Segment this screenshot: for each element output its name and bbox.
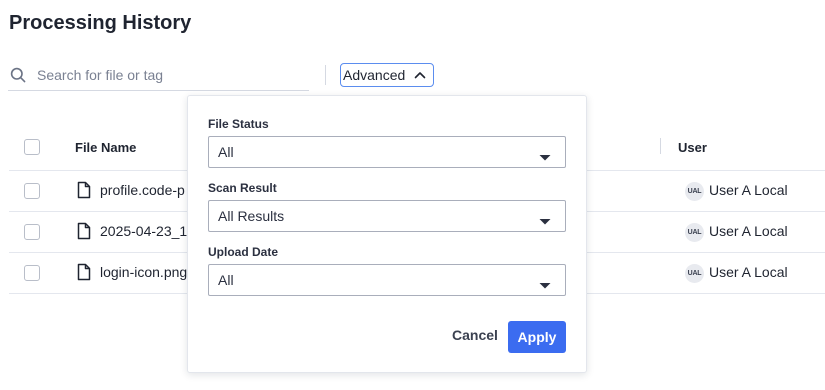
file-status-select[interactable]: All: [208, 136, 566, 168]
user-name: User A Local: [709, 223, 788, 239]
file-icon: [77, 222, 91, 240]
advanced-button[interactable]: Advanced: [340, 63, 434, 87]
upload-date-select[interactable]: All: [208, 264, 566, 296]
file-status-value: All: [218, 144, 234, 160]
file-icon: [77, 181, 91, 199]
search-bar: [8, 60, 309, 91]
file-icon: [77, 263, 91, 281]
row-checkbox[interactable]: [24, 183, 40, 199]
caret-down-icon: [539, 277, 551, 289]
apply-button[interactable]: Apply: [508, 321, 566, 353]
toolbar-divider: [325, 65, 326, 85]
file-status-label: File Status: [208, 117, 269, 131]
chevron-up-icon: [414, 71, 426, 79]
page-title: Processing History: [9, 12, 192, 34]
user-name: User A Local: [709, 182, 788, 198]
column-divider: [660, 138, 661, 154]
caret-down-icon: [539, 213, 551, 225]
row-checkbox[interactable]: [24, 224, 40, 240]
upload-date-label: Upload Date: [208, 245, 279, 259]
row-checkbox[interactable]: [24, 265, 40, 281]
file-name[interactable]: profile.code-p: [100, 182, 185, 198]
column-header-user[interactable]: User: [678, 140, 707, 155]
file-name[interactable]: 2025-04-23_1: [100, 223, 187, 239]
upload-date-value: All: [218, 272, 234, 288]
scan-result-label: Scan Result: [208, 181, 277, 195]
advanced-label: Advanced: [343, 67, 406, 83]
scan-result-select[interactable]: All Results: [208, 200, 566, 232]
avatar: UAL: [685, 182, 704, 201]
caret-down-icon: [539, 149, 551, 161]
column-header-file-name[interactable]: File Name: [75, 140, 136, 155]
avatar: UAL: [685, 223, 704, 242]
select-all-checkbox[interactable]: [24, 139, 40, 155]
cancel-button[interactable]: Cancel: [450, 321, 500, 349]
user-name: User A Local: [709, 264, 788, 280]
advanced-filter-panel: File Status All Scan Result All Results …: [187, 95, 587, 373]
file-name[interactable]: login-icon.png: [100, 264, 187, 280]
search-input[interactable]: [37, 63, 297, 87]
search-icon: [10, 66, 28, 84]
processing-history-page: Processing History Advanced File Name Us…: [0, 0, 825, 390]
avatar: UAL: [685, 264, 704, 283]
scan-result-value: All Results: [218, 208, 285, 224]
